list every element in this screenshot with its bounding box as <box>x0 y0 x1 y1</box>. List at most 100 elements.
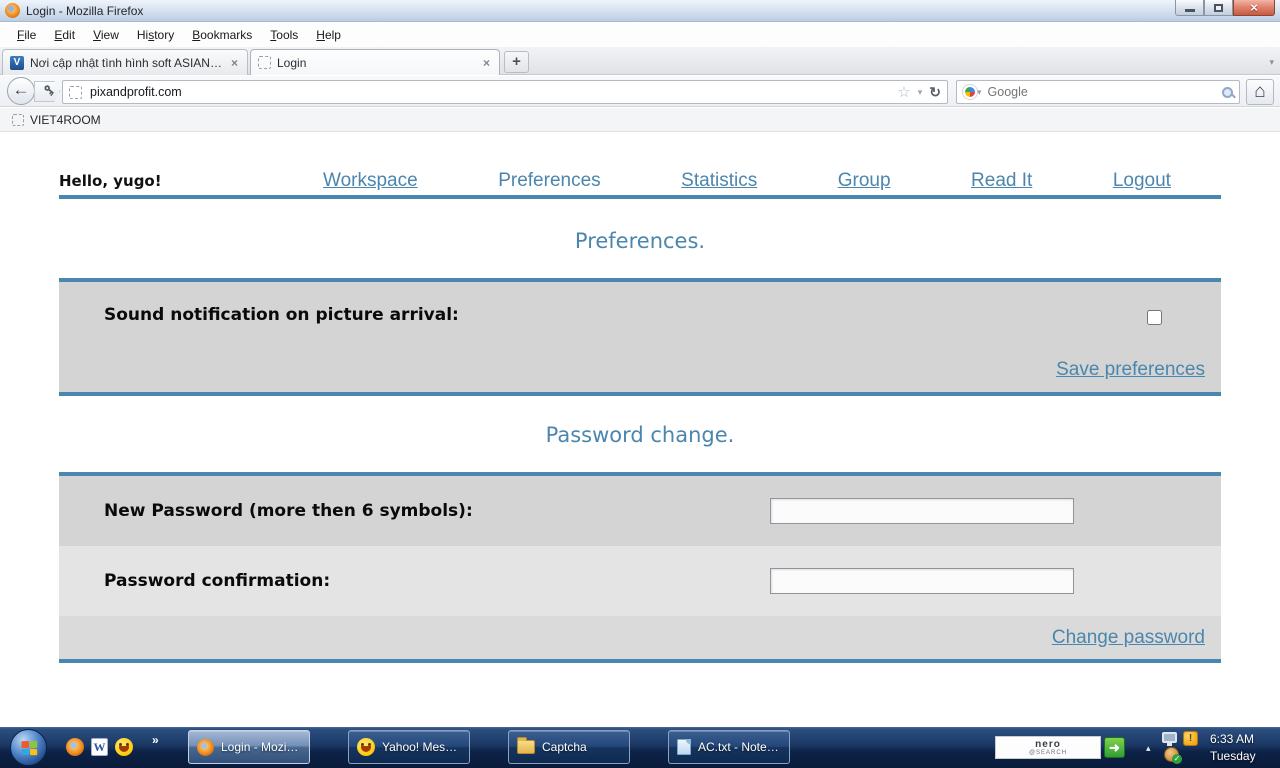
password-confirmation-input[interactable] <box>770 568 1074 594</box>
navigation-bar: ← pixandprofit.com ☆ ▾ ↻ ▾ ⌂ <box>0 76 1280 107</box>
tab-forum[interactable]: V Nơi cập nhật tình hình soft ASIAN PI..… <box>2 49 248 75</box>
bookmark-label: VIET4ROOM <box>30 112 101 127</box>
back-icon: ← <box>12 80 30 99</box>
page-header: Hello, yugo! Workspace Preferences Stati… <box>59 170 1221 199</box>
word-quicklaunch-icon[interactable]: W <box>91 738 108 756</box>
window-titlebar: Login - Mozilla Firefox × <box>0 0 1280 22</box>
taskbar-button-captcha-folder[interactable]: Captcha <box>508 730 630 764</box>
tab-close-icon[interactable]: × <box>229 56 240 70</box>
sound-notification-label: Sound notification on picture arrival: <box>104 305 459 325</box>
bookmarks-bar: VIET4ROOM <box>0 108 1280 132</box>
preferences-section: Sound notification on picture arrival: S… <box>59 278 1221 396</box>
taskbar: W » Login - Mozilla Fi... Yahoo! Messeng… <box>0 727 1280 768</box>
start-button[interactable] <box>10 729 47 766</box>
back-button[interactable]: ← <box>7 77 35 105</box>
password-change-section: New Password (more then 6 symbols): Pass… <box>59 472 1221 663</box>
network-display-tray-icon[interactable] <box>1162 732 1177 746</box>
show-hidden-icons-button[interactable]: ▴ <box>1146 743 1151 754</box>
firefox-quicklaunch-icon[interactable] <box>66 738 84 756</box>
clock-time: 6:33 AM <box>1210 732 1255 746</box>
new-password-input[interactable] <box>770 498 1074 524</box>
placeholder-favicon <box>12 113 24 126</box>
password-confirmation-row: Password confirmation: <box>59 546 1221 616</box>
taskbar-button-firefox[interactable]: Login - Mozilla Fi... <box>188 730 310 764</box>
system-tray: ! <box>1160 730 1204 765</box>
placeholder-favicon <box>258 56 271 69</box>
menu-view[interactable]: View <box>84 25 128 45</box>
search-box[interactable]: ▾ <box>956 80 1240 104</box>
url-bar[interactable]: pixandprofit.com ☆ ▾ ↻ <box>62 80 948 104</box>
taskbar-button-yahoo-messenger[interactable]: Yahoo! Messenger <box>348 730 470 764</box>
new-password-row: New Password (more then 6 symbols): <box>59 476 1221 546</box>
main-nav: Workspace Preferences Statistics Group R… <box>323 170 1171 192</box>
taskbar-clock[interactable]: 6:33 AM Tuesday <box>1210 730 1274 765</box>
restore-button[interactable] <box>1204 0 1233 16</box>
yahoo-messenger-quicklaunch-icon[interactable] <box>115 738 133 756</box>
tab-title: Login <box>277 55 307 70</box>
save-preferences-row: Save preferences <box>59 348 1221 392</box>
new-password-label: New Password (more then 6 symbols): <box>104 501 473 521</box>
home-button[interactable]: ⌂ <box>1246 79 1274 105</box>
list-all-tabs-icon[interactable]: ▾ <box>1269 57 1274 68</box>
url-text[interactable]: pixandprofit.com <box>90 85 897 99</box>
nav-link-logout[interactable]: Logout <box>1113 170 1171 192</box>
reload-icon[interactable]: ↻ <box>929 84 941 101</box>
nav-link-read-it[interactable]: Read It <box>971 170 1032 192</box>
placeholder-favicon <box>69 85 82 99</box>
tab-login-active[interactable]: Login × <box>250 49 500 75</box>
tab-bar: V Nơi cập nhật tình hình soft ASIAN PI..… <box>0 47 1280 75</box>
nero-search-go-button[interactable]: ➜ <box>1104 737 1125 758</box>
window-title: Login - Mozilla Firefox <box>26 3 144 18</box>
minimize-icon <box>1184 9 1195 12</box>
menu-history[interactable]: History <box>128 25 183 45</box>
folder-icon <box>517 737 535 754</box>
nav-link-group[interactable]: Group <box>838 170 891 192</box>
save-preferences-link[interactable]: Save preferences <box>1056 359 1205 381</box>
bookmark-star-icon[interactable]: ☆ <box>897 83 910 101</box>
taskbar-button-notepad[interactable]: AC.txt - Notepad <box>668 730 790 764</box>
quicklaunch-overflow-chevron[interactable]: » <box>152 733 159 747</box>
new-tab-button[interactable]: + <box>504 51 529 73</box>
search-icon[interactable] <box>1222 86 1233 98</box>
firefox-icon <box>197 738 214 756</box>
quick-launch-bar: W <box>66 738 133 756</box>
nav-link-preferences[interactable]: Preferences <box>498 170 600 192</box>
search-input[interactable] <box>987 85 1222 99</box>
security-alert-tray-icon[interactable]: ! <box>1183 731 1198 746</box>
windows-logo-icon <box>20 740 37 755</box>
close-icon: × <box>1250 0 1258 15</box>
nero-search-widget[interactable]: nero @SEARCH <box>995 736 1101 759</box>
google-logo-icon[interactable] <box>963 85 977 99</box>
clock-day: Tuesday <box>1210 749 1256 763</box>
password-confirmation-label: Password confirmation: <box>104 571 331 591</box>
password-change-heading: Password change. <box>545 423 735 447</box>
bookmark-viet4room[interactable]: VIET4ROOM <box>6 111 107 129</box>
greeting-text: Hello, yugo! <box>59 172 162 190</box>
firefox-app-icon <box>5 3 20 18</box>
close-button[interactable]: × <box>1233 0 1275 16</box>
search-engine-dropdown-icon[interactable]: ▾ <box>977 87 982 98</box>
url-dropdown-icon[interactable]: ▾ <box>918 87 923 98</box>
notepad-icon <box>677 739 691 755</box>
nav-link-statistics[interactable]: Statistics <box>681 170 757 192</box>
menu-bookmarks[interactable]: Bookmarks <box>183 25 261 45</box>
home-icon: ⌂ <box>1254 81 1266 102</box>
forum-favicon: V <box>10 55 24 70</box>
menu-bar: File Edit View History Bookmarks Tools H… <box>0 23 1280 47</box>
restore-icon <box>1214 0 1231 13</box>
change-password-link[interactable]: Change password <box>1052 627 1205 649</box>
menu-tools[interactable]: Tools <box>261 25 307 45</box>
nav-link-workspace[interactable]: Workspace <box>323 170 418 192</box>
menu-edit[interactable]: Edit <box>45 25 84 45</box>
sound-notification-checkbox[interactable] <box>1147 310 1162 325</box>
site-identity-button[interactable] <box>34 81 60 102</box>
menu-file[interactable]: File <box>8 25 45 45</box>
update-globe-tray-icon[interactable] <box>1164 747 1182 764</box>
tab-close-icon[interactable]: × <box>481 56 492 70</box>
sound-notification-row: Sound notification on picture arrival: <box>59 282 1221 348</box>
key-icon <box>43 85 54 97</box>
yahoo-smiley-icon <box>357 738 375 756</box>
change-password-row: Change password <box>59 616 1221 659</box>
minimize-button[interactable] <box>1175 0 1204 16</box>
menu-help[interactable]: Help <box>307 25 350 45</box>
